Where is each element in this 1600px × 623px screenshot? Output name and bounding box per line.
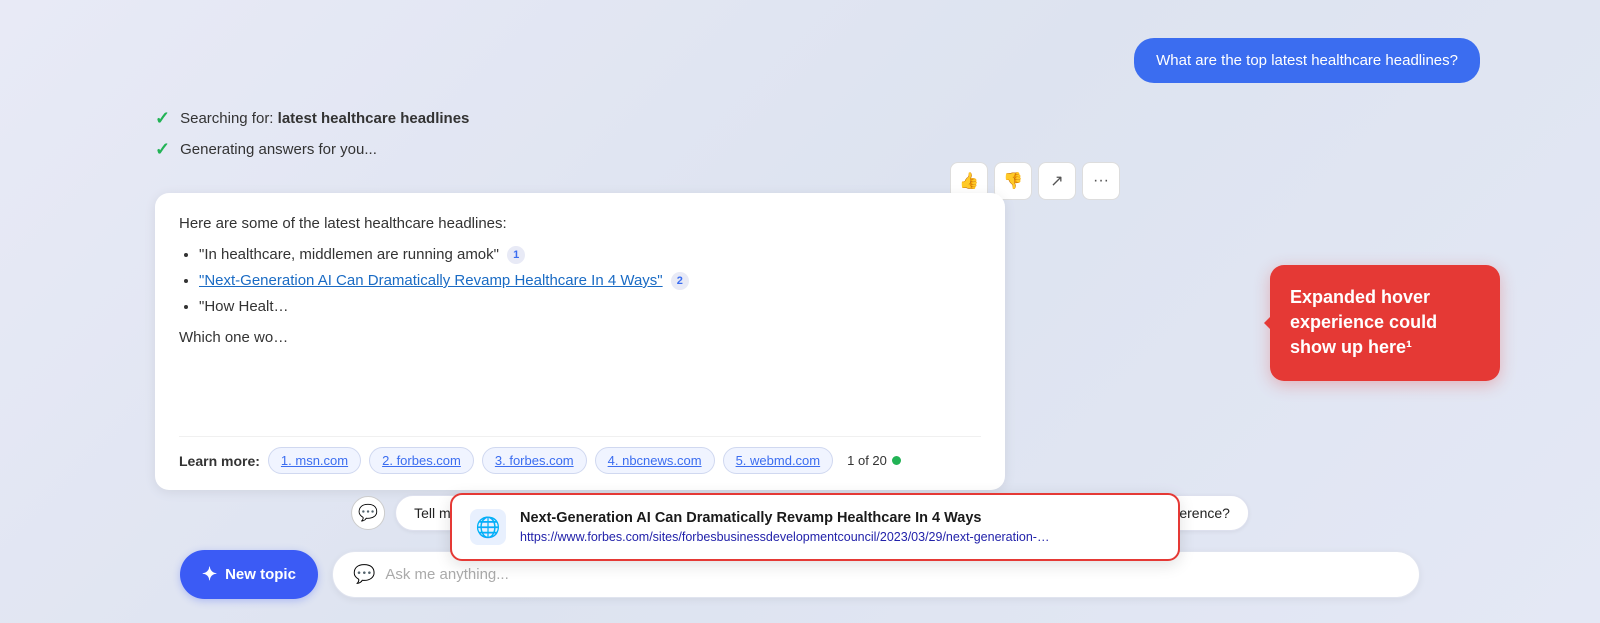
callout-box: Expanded hover experience could show up … [1270,265,1500,381]
share-button[interactable]: ↗ [1038,162,1076,200]
which-one-text: Which one wo… [179,329,981,346]
new-topic-label: New topic [225,566,296,583]
response-card: Here are some of the latest healthcare h… [155,193,1005,490]
new-topic-button[interactable]: ✦ New topic [180,550,318,599]
chat-icon: 💬 [353,564,375,585]
source-chip-5[interactable]: 5. webmd.com [723,447,834,474]
callout-text: Expanded hover experience could show up … [1290,287,1437,357]
check-icon-1: ✓ [155,108,170,129]
source-chip-1[interactable]: 1. msn.com [268,447,361,474]
source-chip-4[interactable]: 4. nbcnews.com [595,447,715,474]
tooltip-content: Next-Generation AI Can Dramatically Reva… [520,510,1160,544]
sparkle-icon: ✦ [202,564,217,585]
headline-list: "In healthcare, middlemen are running am… [179,246,981,315]
source-chip-2[interactable]: 2. forbes.com [369,447,474,474]
learn-more-label: Learn more: [179,453,260,469]
tooltip-title: Next-Generation AI Can Dramatically Reva… [520,510,1160,526]
response-intro: Here are some of the latest healthcare h… [179,215,981,232]
learn-more-section: Learn more: 1. msn.com 2. forbes.com 3. … [179,436,981,474]
generating-label: Generating answers for you... [180,141,377,158]
searching-label: Searching for: latest healthcare headlin… [180,110,469,127]
globe-icon: 🌐 [470,509,506,545]
search-input[interactable] [385,566,1399,583]
headline-link-2[interactable]: "Next-Generation AI Can Dramatically Rev… [199,272,663,289]
hover-tooltip: 🌐 Next-Generation AI Can Dramatically Re… [450,493,1180,561]
green-dot [892,456,901,465]
page-indicator: 1 of 20 [847,453,901,468]
search-status-item: ✓ Searching for: latest healthcare headl… [155,108,469,129]
main-container: What are the top latest healthcare headl… [0,0,1600,623]
searching-bold: latest healthcare headlines [278,110,470,127]
thumbs-down-button[interactable]: 👎 [994,162,1032,200]
headline-text-1: "In healthcare, middlemen are running am… [199,246,499,263]
user-query-text: What are the top latest healthcare headl… [1156,52,1458,69]
user-query-bubble: What are the top latest healthcare headl… [1134,38,1480,83]
check-icon-2: ✓ [155,139,170,160]
list-item: "How Healt… [199,298,981,315]
more-button[interactable]: ··· [1082,162,1120,200]
list-item: "Next-Generation AI Can Dramatically Rev… [199,272,981,290]
suggest-icon[interactable]: 💬 [351,496,385,530]
headline-text-3: "How Healt… [199,298,289,315]
citation-2: 2 [671,272,689,290]
search-status: ✓ Searching for: latest healthcare headl… [155,108,469,170]
source-chip-3[interactable]: 3. forbes.com [482,447,587,474]
citation-1: 1 [507,246,525,264]
generating-status-item: ✓ Generating answers for you... [155,139,469,160]
list-item: "In healthcare, middlemen are running am… [199,246,981,264]
tooltip-url: https://www.forbes.com/sites/forbesbusin… [520,530,1160,544]
